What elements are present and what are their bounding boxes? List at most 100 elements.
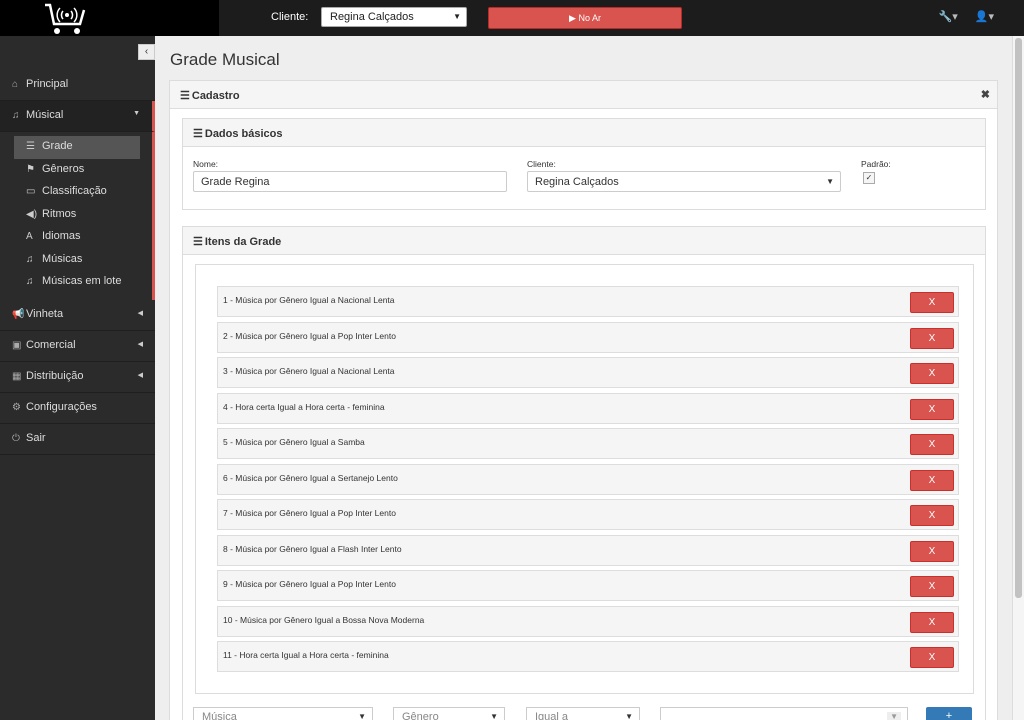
list-item: 3 - Música por Gênero Igual a Nacional L… [217,357,959,388]
list-icon: ☰ [180,90,190,102]
list-item: 6 - Música por Gênero Igual a Sertanejo … [217,463,959,495]
sidebar-item-musical[interactable]: ♫ Músical ▼ [0,101,155,132]
wrench-icon[interactable]: 🔧▾ [939,11,958,23]
padrao-label: Padrão: [861,159,891,169]
itens-list: 1 - Música por Gênero Igual a Nacional L… [195,264,974,694]
delete-item-button[interactable]: X [910,469,954,491]
close-icon[interactable]: ✖ [981,88,990,101]
delete-item-button[interactable]: X [910,576,954,597]
list-item: 5 - Música por Gênero Igual a Samba X [217,428,959,459]
sidebar-item-vinheta[interactable]: 📢 Vinheta ◀ [0,300,155,331]
delete-item-button[interactable]: X [910,363,954,384]
sidebar-item-sair[interactable]: ⏻ Sair [0,424,155,455]
music-icon: ♫ [26,276,34,287]
check-icon: ✓ [865,173,873,182]
sidebar-submenu-musical: ☰ Grade ⚑ Gêneros ▭ Classificação ◀) Ritmos … [0,132,155,300]
chevron-left-icon: ◀ [137,340,143,348]
card-icon: ▭ [26,186,36,197]
caret-down-icon: ▼ [887,712,901,720]
delete-item-button[interactable]: X [910,647,954,668]
list-item: 4 - Hora certa Igual a Hora certa - femi… [217,392,959,424]
client-select-value: Regina Calçados [330,11,414,23]
item-field-select[interactable]: Gênero ▼ [393,707,505,720]
list-item: 1 - Música por Gênero Igual a Nacional L… [217,286,959,317]
dados-basicos-panel: ☰ Dados básicos Nome: Grade Regina Client… [182,118,986,210]
delete-item-button[interactable]: X [910,292,954,313]
gears-icon: ⚙ [12,401,21,413]
sidebar-item-comercial[interactable]: ▣ Comercial ◀ [0,331,155,362]
nome-label: Nome: [193,159,219,169]
nome-input[interactable]: Grade Regina [193,171,507,192]
sidebar-subitem-classificacao[interactable]: ▭ Classificação [0,181,152,204]
radio-cart-logo-icon [45,3,86,34]
delete-item-button[interactable]: X [910,611,954,633]
list-item: 10 - Música por Gênero Igual a Bossa Nov… [217,605,959,637]
sidebar-subitem-musicas-lote[interactable]: ♫ Músicas em lote [0,271,152,294]
list-item: 7 - Música por Gênero Igual a Pop Inter … [217,499,959,530]
chevron-left-icon: ◀ [137,309,143,317]
home-icon: ⌂ [12,79,19,90]
sidebar-subitem-musicas[interactable]: ♫ Músicas [0,249,152,272]
sidebar-item-distribuicao[interactable]: ▦ Distribuição ◀ [0,362,155,393]
sidebar-item-principal[interactable]: ⌂ Principal [0,70,155,101]
sidebar-subitem-grade[interactable]: ☰ Grade [14,136,140,159]
caret-down-icon: ▼ [358,712,366,720]
dados-basicos-header: ☰ Dados básicos [183,119,985,147]
top-bar: Cliente: Regina Calçados ▼ ▶ No Ar 🔧▾ 👤▾ [0,0,1024,36]
page-title: Grade Musical [170,50,280,69]
delete-item-button[interactable]: X [910,398,954,420]
brand-logo[interactable] [0,0,219,36]
itens-grade-panel: ☰ Itens da Grade 1 - Música por Gênero Ig… [182,226,986,720]
item-type-select[interactable]: Música ▼ [193,707,373,720]
list-item: 8 - Música por Gênero Igual a Flash Inte… [217,534,959,566]
flag-icon: ⚑ [26,163,35,175]
delete-item-button[interactable]: X [910,434,954,455]
delete-item-button[interactable]: X [910,505,954,526]
sidebar-collapse-button[interactable]: ‹ [138,44,155,60]
caret-down-icon: ▼ [453,12,461,21]
chevron-down-icon: ▼ [133,110,140,117]
power-icon: ⏻ [12,432,20,444]
user-icon[interactable]: 👤▾ [975,11,994,23]
list-icon: ☰ [26,141,35,152]
cliente-select-value: Regina Calçados [535,176,619,188]
cliente-select[interactable]: Regina Calçados ▼ [527,171,841,192]
on-air-button[interactable]: ▶ No Ar [488,7,682,29]
client-select[interactable]: Regina Calçados ▼ [321,7,467,27]
sidebar-subitem-generos[interactable]: ⚑ Gêneros [0,159,152,182]
add-item-button[interactable]: + [926,707,972,720]
list-item: 9 - Música por Gênero Igual a Pop Inter … [217,570,959,601]
cliente-label: Cliente: [527,159,556,169]
sidebar-subitem-idiomas[interactable]: A Idiomas [0,226,152,249]
volume-icon: ◀) [26,208,38,220]
item-value-select[interactable]: ▼ [660,707,908,720]
list-icon: ☰ [193,128,203,140]
music-icon: ♫ [12,110,20,121]
page-scrollbar[interactable] [1012,36,1024,720]
main-content: Grade Musical ☰ Cadastro ✖ ☰ Dados básicos… [155,36,1012,720]
music-icon: ♫ [26,253,34,265]
cadastro-panel: ☰ Cadastro ✖ ☰ Dados básicos Nome: Grade R… [169,80,998,720]
calendar-icon: ▦ [12,370,22,382]
megaphone-icon: 📢 [12,308,25,320]
client-label: Cliente: [271,11,309,23]
list-item: 2 - Música por Gênero Igual a Pop Inter … [217,321,959,353]
padrao-checkbox[interactable]: ✓ [863,172,875,184]
caret-down-icon: ▼ [490,712,498,720]
chevron-left-icon: ◀ [137,371,143,379]
caret-down-icon: ▼ [826,177,834,186]
sidebar: ‹ ⌂ Principal ♫ Músical ▼ ☰ Grade ⚑ Gêneros … [0,36,155,720]
sidebar-nav: ⌂ Principal ♫ Músical ▼ ☰ Grade ⚑ Gêneros ▭ C… [0,70,155,455]
cadastro-panel-header: ☰ Cadastro [170,81,997,109]
sidebar-item-configuracoes[interactable]: ⚙ Configurações [0,393,155,424]
font-icon: A [26,231,33,242]
sidebar-subitem-ritmos[interactable]: ◀) Ritmos [0,204,152,227]
money-icon: ▣ [12,339,22,351]
list-icon: ☰ [193,236,203,248]
delete-item-button[interactable]: X [910,327,954,349]
itens-grade-header: ☰ Itens da Grade [183,227,985,255]
delete-item-button[interactable]: X [910,540,954,562]
scrollbar-thumb[interactable] [1015,38,1022,598]
item-operator-select[interactable]: Igual a ▼ [526,707,640,720]
caret-down-icon: ▼ [625,712,633,720]
